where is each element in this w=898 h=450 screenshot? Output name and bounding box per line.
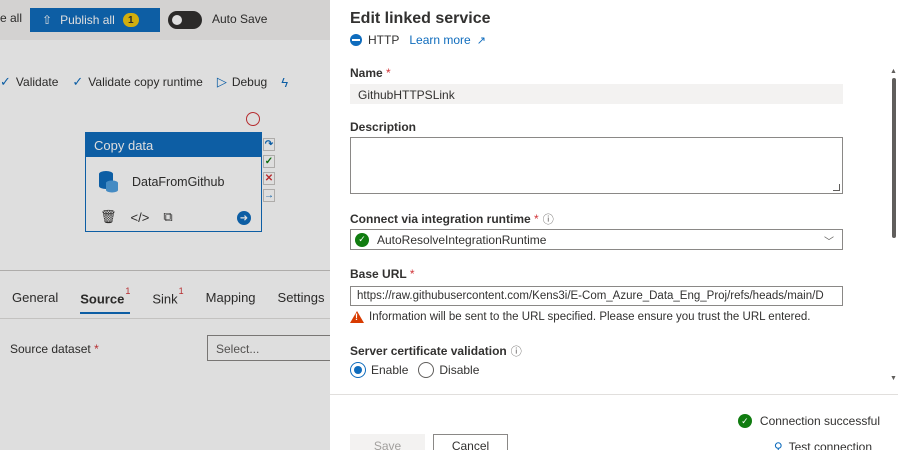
activity-actions: 🗑 </> ⧉ — [100, 209, 250, 225]
copy-data-activity[interactable]: Copy data DataFromGithub 🗑 </> ⧉ ➜ — [85, 132, 262, 232]
cert-validation-label: Server certificate validation ⓘ — [350, 344, 522, 358]
name-label: Name * — [350, 66, 391, 80]
auto-save-label: Auto Save — [212, 12, 268, 26]
footer-divider — [330, 394, 898, 395]
auto-save-toggle[interactable] — [168, 11, 202, 29]
copy-icon[interactable]: ⧉ — [163, 209, 172, 225]
failure-connector-icon[interactable]: ✕ — [263, 172, 275, 185]
external-link-icon[interactable]: ↗ — [477, 34, 486, 47]
activity-name: DataFromGithub — [132, 175, 225, 189]
edit-linked-service-panel: Edit linked service HTTP Learn more ↗ Na… — [330, 0, 898, 450]
publish-count-badge: 1 — [122, 13, 139, 27]
tab-settings[interactable]: Settings — [278, 290, 325, 314]
info-icon[interactable]: ⓘ — [511, 346, 522, 358]
canvas-divider — [0, 270, 330, 271]
base-url-input[interactable]: https://raw.githubusercontent.com/Kens3i… — [350, 286, 843, 306]
integration-runtime-label: Connect via integration runtime * ⓘ — [350, 212, 554, 226]
pipeline-toolbar: ✓ Validate ✓ Validate copy runtime ▷ Deb… — [0, 70, 330, 94]
trigger-button[interactable]: ϟ — [281, 75, 288, 90]
scroll-thumb[interactable] — [892, 78, 896, 238]
panel-scrollbar[interactable]: ▲ ▼ — [890, 68, 897, 382]
radio-disable[interactable]: Disable — [418, 362, 479, 378]
sink-error-badge: 1 — [178, 286, 184, 296]
chevron-down-icon: ﹀ — [824, 237, 834, 248]
base-url-label: Base URL * — [350, 267, 415, 281]
test-connection-label: Test connection — [788, 440, 872, 450]
radio-enable-dot[interactable] — [350, 362, 366, 378]
arrow-right-icon[interactable]: ➜ — [237, 211, 251, 225]
activity-tabs: General Source1 Sink1 Mapping Settings U — [0, 286, 330, 315]
success-check-icon: ✓ — [355, 232, 369, 247]
debug-button[interactable]: ▷ Debug — [217, 74, 267, 90]
learn-more-link[interactable]: Learn more — [409, 33, 470, 47]
tab-general[interactable]: General — [12, 290, 58, 314]
activity-header: Copy data — [86, 133, 261, 157]
activity-status-circle-icon — [246, 112, 260, 126]
tab-source[interactable]: Source1 — [80, 286, 131, 315]
validate-button[interactable]: ✓ Validate — [0, 74, 58, 90]
activity-connectors: ↷ ✓ ✕ → — [263, 138, 275, 202]
completion-connector-icon[interactable]: → — [263, 189, 275, 202]
tab-mapping[interactable]: Mapping — [206, 290, 256, 314]
source-dataset-select[interactable]: Select... — [207, 335, 330, 361]
top-command-bar: e all ⇧ Publish all 1 Auto Save — [0, 0, 330, 40]
scroll-down-icon[interactable]: ▼ — [890, 375, 897, 382]
validate-runtime-label: Validate copy runtime — [88, 75, 203, 89]
source-dataset-label: Source dataset * — [10, 342, 99, 356]
pipeline-pane: e all ⇧ Publish all 1 Auto Save ✓ Valida… — [0, 0, 330, 450]
validate-label: Validate — [15, 75, 59, 89]
code-icon[interactable]: </> — [131, 210, 150, 225]
warning-text: Information will be sent to the URL spec… — [369, 311, 811, 323]
save-all-button[interactable]: e all — [0, 11, 22, 25]
test-connection-button[interactable]: ⚲ Test connection — [774, 440, 872, 450]
url-warning: Information will be sent to the URL spec… — [350, 311, 811, 323]
integration-runtime-select[interactable]: ✓ AutoResolveIntegrationRuntime ﹀ — [350, 229, 843, 250]
service-type-label: HTTP — [368, 33, 400, 47]
skip-connector-icon[interactable]: ↷ — [263, 138, 275, 151]
publish-label: Publish all — [60, 13, 115, 27]
tabs-divider — [0, 318, 330, 319]
info-icon[interactable]: ⓘ — [543, 214, 554, 226]
cancel-button[interactable]: Cancel — [433, 434, 508, 450]
http-icon — [350, 34, 362, 46]
radio-enable[interactable]: Enable — [350, 362, 408, 378]
warning-icon — [350, 311, 364, 323]
success-check-icon: ✓ — [737, 414, 752, 428]
publish-icon: ⇧ — [42, 13, 53, 27]
lightning-icon: ϟ — [281, 74, 289, 90]
save-button[interactable]: Save — [350, 434, 425, 450]
scroll-up-icon[interactable]: ▲ — [890, 68, 897, 75]
description-textarea[interactable] — [350, 137, 843, 194]
plug-icon: ⚲ — [773, 440, 783, 450]
debug-label: Debug — [231, 75, 268, 89]
validate-runtime-button[interactable]: ✓ Validate copy runtime — [72, 74, 202, 90]
panel-title: Edit linked service — [350, 10, 491, 27]
cert-validation-radios: Enable Disable — [350, 362, 479, 378]
integration-runtime-value: AutoResolveIntegrationRuntime — [377, 232, 547, 247]
success-connector-icon[interactable]: ✓ — [263, 155, 275, 168]
source-error-badge: 1 — [125, 286, 131, 296]
tab-sink[interactable]: Sink1 — [152, 286, 183, 314]
publish-all-button[interactable]: ⇧ Publish all 1 — [30, 8, 160, 32]
radio-disable-dot[interactable] — [418, 362, 435, 378]
service-type: HTTP Learn more ↗ — [350, 33, 486, 47]
checkmark-icon: ✓ — [0, 74, 11, 89]
play-icon: ▷ — [216, 74, 227, 89]
description-label: Description — [350, 120, 417, 134]
connection-status: ✓ Connection successful — [737, 414, 880, 428]
name-field[interactable]: GithubHTTPSLink — [350, 84, 843, 104]
database-icon — [99, 171, 118, 193]
delete-icon[interactable]: 🗑 — [100, 209, 117, 225]
checkmark-icon: ✓ — [72, 74, 84, 89]
connection-status-text: Connection successful — [759, 414, 880, 428]
